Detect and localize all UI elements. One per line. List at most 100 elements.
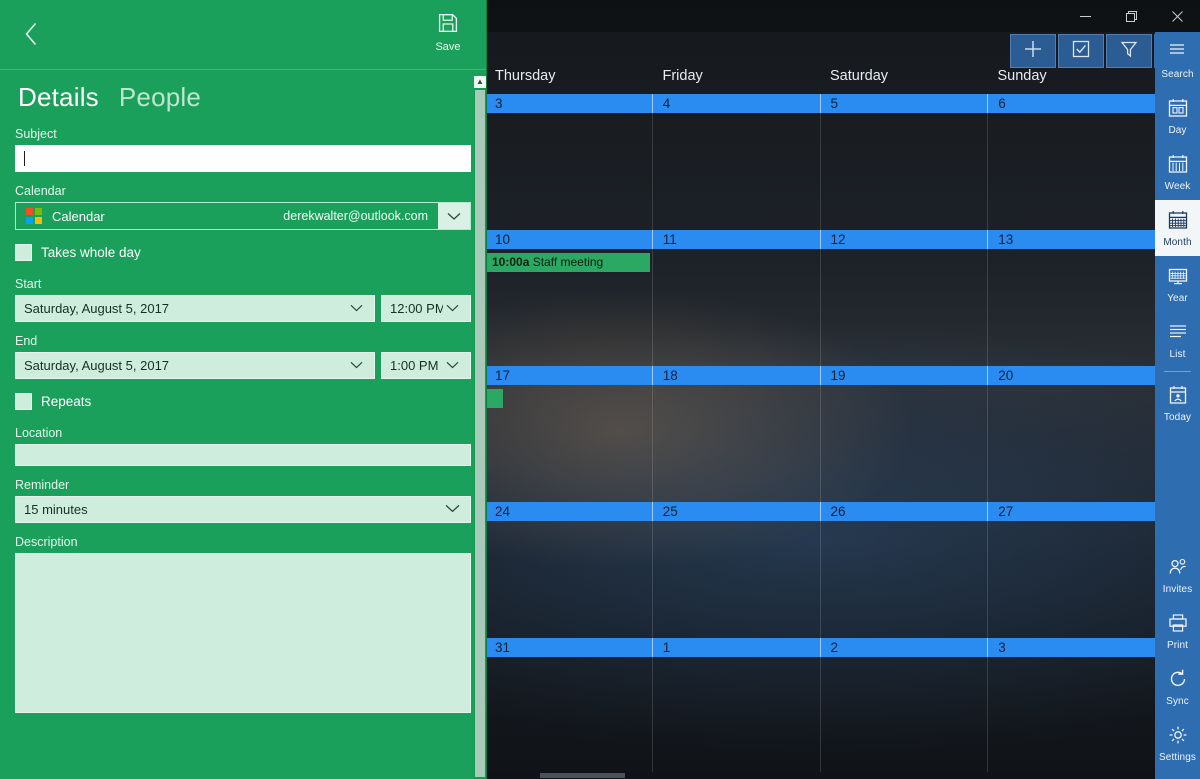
calendar-event[interactable]: 10:00a Staff meeting	[485, 253, 650, 272]
sidebar-item-month[interactable]: Month	[1155, 200, 1200, 256]
calendar-select[interactable]: Calendar derekwalter@outlook.com	[15, 202, 471, 230]
sidebar-item-settings[interactable]: Settings	[1155, 715, 1200, 771]
sidebar-item-invites[interactable]: Invites	[1155, 547, 1200, 603]
repeats-checkbox[interactable]	[15, 393, 32, 410]
location-input[interactable]	[15, 444, 471, 466]
day-cell[interactable]	[821, 385, 989, 502]
menu-button[interactable]	[1154, 34, 1200, 68]
sidebar-item-print[interactable]: Print	[1155, 603, 1200, 659]
chevron-down-icon[interactable]	[346, 354, 366, 377]
date-cell[interactable]: 5	[821, 94, 989, 113]
close-icon[interactable]	[1154, 0, 1200, 32]
date-cell[interactable]: 25	[653, 502, 821, 521]
end-time-select[interactable]: 1:00 PM	[381, 352, 471, 379]
day-cell[interactable]	[988, 657, 1155, 774]
day-cell[interactable]	[485, 657, 653, 774]
start-time-select[interactable]: 12:00 PM	[381, 295, 471, 322]
date-cell[interactable]: 3	[485, 94, 653, 113]
date-cell[interactable]: 20	[988, 366, 1155, 385]
tab-people[interactable]: People	[119, 82, 201, 113]
chevron-down-icon[interactable]	[442, 354, 462, 377]
date-cell[interactable]: 11	[653, 230, 821, 249]
calendar-horizontal-scrollbar[interactable]	[485, 772, 1155, 779]
day-cell[interactable]	[653, 113, 821, 230]
date-cell[interactable]: 18	[653, 366, 821, 385]
date-cell[interactable]: 13	[988, 230, 1155, 249]
date-cell[interactable]: 26	[821, 502, 989, 521]
date-cell[interactable]: 31	[485, 638, 653, 657]
day-cell[interactable]	[821, 249, 989, 366]
day-cell[interactable]	[988, 113, 1155, 230]
sidebar-item-year[interactable]: Year	[1155, 256, 1200, 312]
sidebar-item-label: Settings	[1159, 751, 1196, 763]
sidebar-item-sync[interactable]: Sync	[1155, 659, 1200, 715]
start-date-select[interactable]: Saturday, August 5, 2017	[15, 295, 375, 322]
chevron-down-icon[interactable]	[438, 203, 470, 229]
day-cell[interactable]	[653, 521, 821, 638]
tab-details[interactable]: Details	[18, 82, 99, 113]
date-cell[interactable]: 4	[653, 94, 821, 113]
save-button[interactable]: Save	[424, 12, 472, 53]
date-cell[interactable]: 19	[821, 366, 989, 385]
editor-scrollbar[interactable]: ▲	[474, 76, 486, 779]
day-cell[interactable]	[988, 249, 1155, 366]
whole-day-label: Takes whole day	[41, 245, 141, 260]
day-cell[interactable]	[821, 521, 989, 638]
date-cell[interactable]: 24	[485, 502, 653, 521]
sidebar-item-today[interactable]: Today	[1155, 375, 1200, 431]
day-cell[interactable]	[988, 521, 1155, 638]
day-cell[interactable]	[485, 113, 653, 230]
date-cell[interactable]: 3	[988, 638, 1155, 657]
tasks-button[interactable]	[1058, 34, 1104, 68]
calendar-label: Calendar	[15, 184, 66, 198]
start-date-value: Saturday, August 5, 2017	[24, 301, 170, 316]
sidebar-item-label: Search	[1161, 68, 1194, 80]
sidebar-item-week[interactable]: Week	[1155, 144, 1200, 200]
scrollbar-thumb[interactable]	[475, 90, 485, 777]
rail-bottom-group: Invites Print Sync Settings	[1155, 547, 1200, 771]
reminder-select[interactable]: 15 minutes	[15, 496, 471, 523]
chevron-down-icon[interactable]	[346, 297, 366, 320]
day-cell[interactable]	[653, 249, 821, 366]
scrollbar-thumb[interactable]	[540, 773, 625, 778]
date-cell[interactable]: 12	[821, 230, 989, 249]
date-cell[interactable]: 2	[821, 638, 989, 657]
end-date-select[interactable]: Saturday, August 5, 2017	[15, 352, 375, 379]
date-cell[interactable]: 6	[988, 94, 1155, 113]
description-textarea[interactable]	[15, 553, 471, 713]
sidebar-item-label: Year	[1167, 292, 1188, 304]
calendar-app-window: Thursday Friday Saturday Sunday 3 4 5 6	[0, 0, 1200, 779]
scroll-up-arrow-icon[interactable]: ▲	[474, 76, 486, 88]
date-cell[interactable]: 10	[485, 230, 653, 249]
day-cell[interactable]	[988, 385, 1155, 502]
calendar-nav-rail: Search Day Week Month Year List Today In…	[1155, 32, 1200, 779]
whole-day-checkbox[interactable]	[15, 244, 32, 261]
description-label: Description	[15, 535, 78, 549]
subject-input[interactable]	[15, 145, 471, 172]
chevron-down-icon[interactable]	[442, 498, 462, 521]
start-label: Start	[15, 277, 42, 291]
minimize-icon[interactable]	[1062, 0, 1108, 32]
date-cell[interactable]: 27	[988, 502, 1155, 521]
chevron-down-icon[interactable]	[443, 297, 462, 320]
save-icon	[437, 12, 459, 39]
sidebar-item-day[interactable]: Day	[1155, 88, 1200, 144]
day-cell[interactable]	[821, 657, 989, 774]
editor-tabs: Details People	[0, 70, 486, 119]
sidebar-item-list[interactable]: List	[1155, 312, 1200, 368]
new-event-button[interactable]	[1010, 34, 1056, 68]
day-cell[interactable]	[485, 521, 653, 638]
repeats-checkbox-row[interactable]: Repeats	[15, 393, 471, 410]
week-date-bar: 24 25 26 27	[485, 502, 1155, 521]
back-button[interactable]	[14, 18, 50, 54]
restore-icon[interactable]	[1108, 0, 1154, 32]
filter-button[interactable]	[1106, 34, 1152, 68]
date-cell[interactable]: 17	[485, 366, 653, 385]
day-cell[interactable]	[653, 657, 821, 774]
day-cell[interactable]	[821, 113, 989, 230]
whole-day-checkbox-row[interactable]: Takes whole day	[15, 244, 471, 261]
day-cell[interactable]	[445, 385, 653, 502]
date-cell[interactable]: 1	[653, 638, 821, 657]
day-cell[interactable]: 10:00a Staff meeting	[485, 249, 653, 366]
day-cell[interactable]	[653, 385, 821, 502]
